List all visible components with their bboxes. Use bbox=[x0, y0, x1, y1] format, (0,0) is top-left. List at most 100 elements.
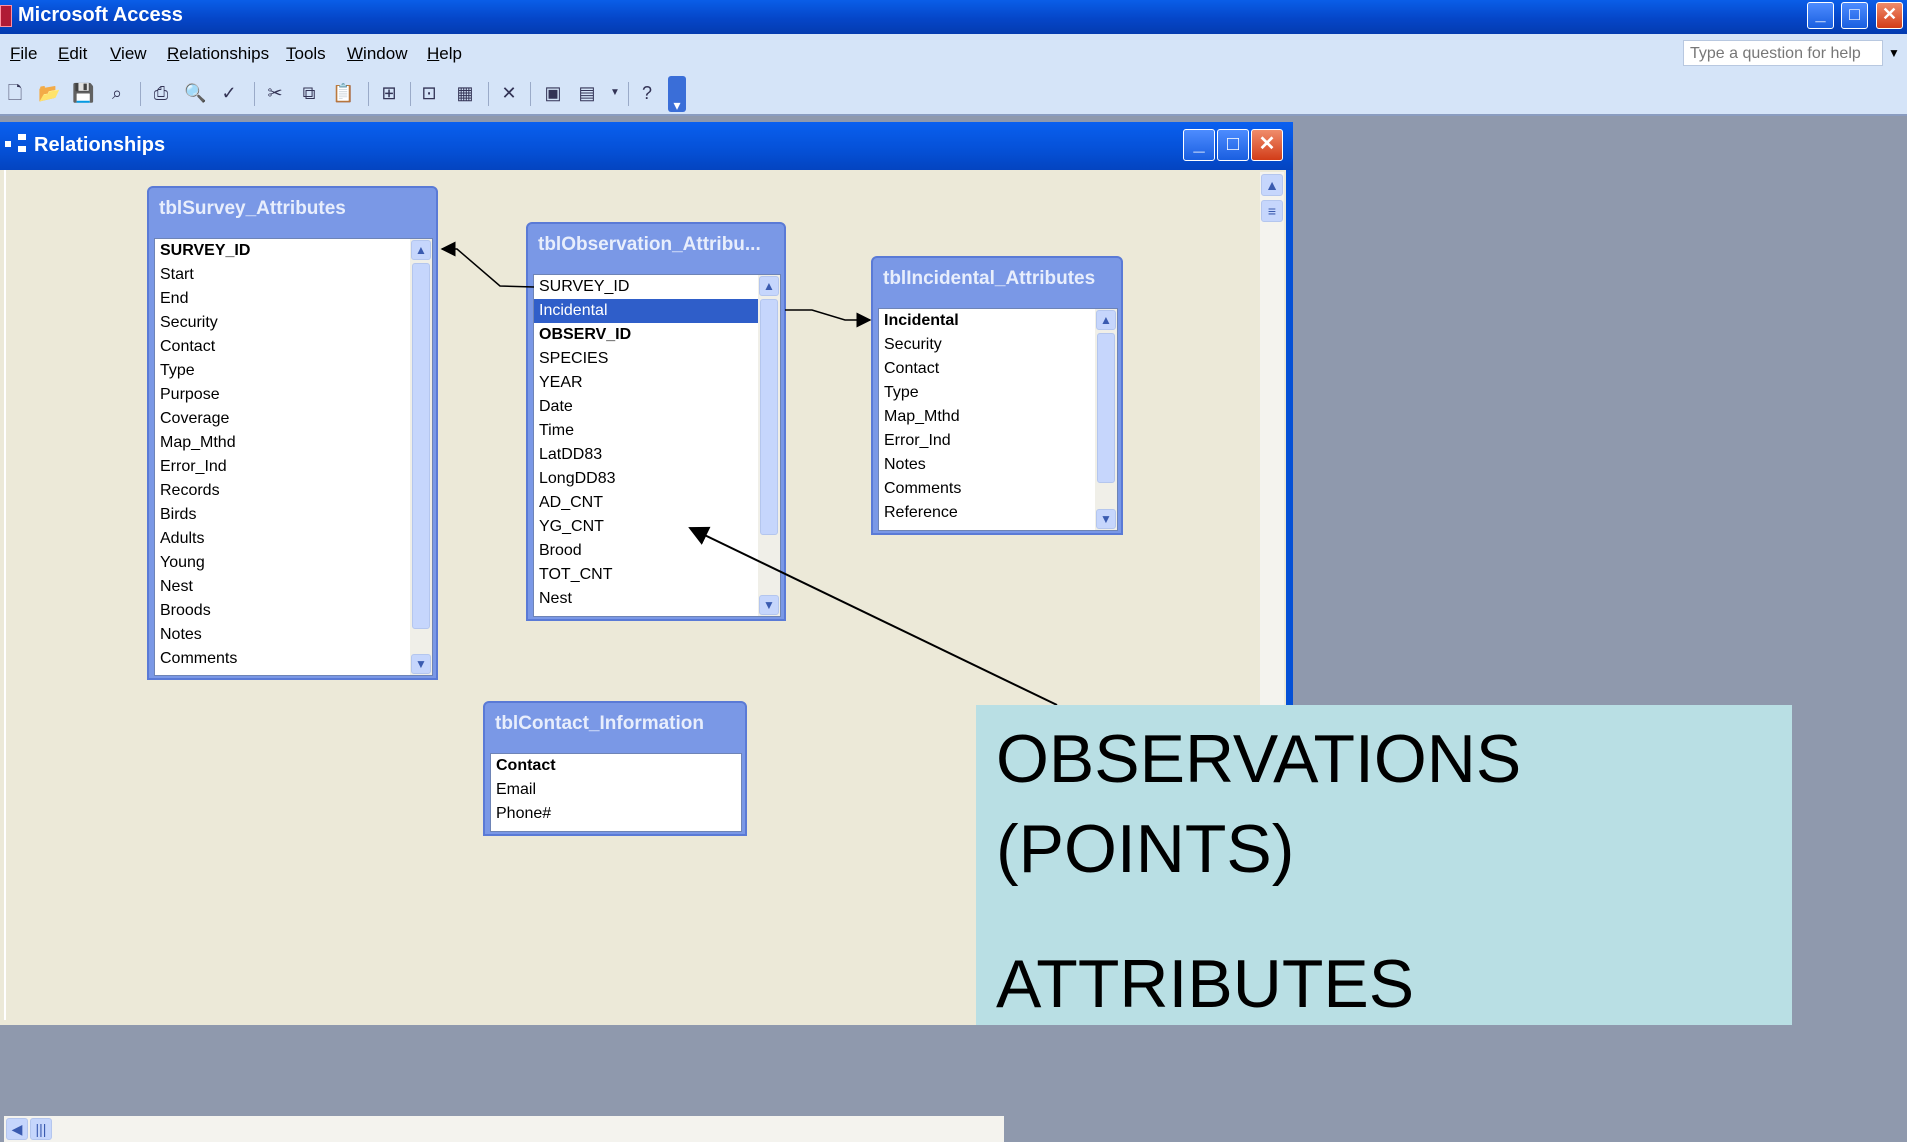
scroll-thumb[interactable]: ≡ bbox=[1261, 200, 1283, 222]
scroll-down-icon[interactable]: ▼ bbox=[759, 595, 779, 615]
field-item[interactable]: Comments bbox=[879, 477, 1117, 501]
field-list-scrollbar[interactable]: ▲ ▼ bbox=[410, 239, 432, 675]
field-item[interactable]: AD_CNT bbox=[534, 491, 780, 515]
scroll-up-icon[interactable]: ▲ bbox=[1261, 174, 1283, 196]
field-item[interactable]: TOT_CNT bbox=[534, 563, 780, 587]
scroll-up-icon[interactable]: ▲ bbox=[1096, 310, 1116, 330]
field-item[interactable]: Contact bbox=[155, 335, 432, 359]
field-item[interactable]: SURVEY_ID bbox=[534, 275, 780, 299]
show-all-relationships-icon[interactable]: ▦ bbox=[454, 82, 476, 104]
field-item[interactable]: Email bbox=[491, 778, 741, 802]
field-item[interactable]: Type bbox=[155, 359, 432, 383]
scroll-thumb[interactable] bbox=[1097, 333, 1115, 483]
field-item[interactable]: Security bbox=[879, 333, 1117, 357]
field-item[interactable]: OBSERV_ID bbox=[534, 323, 780, 347]
field-item[interactable]: Notes bbox=[155, 623, 432, 647]
toolbar-options-icon[interactable]: ▾ bbox=[668, 76, 686, 113]
field-list-observation-attributes[interactable]: tblObservation_Attribu... SURVEY_ID Incid… bbox=[526, 222, 786, 621]
scroll-left-icon[interactable]: ◀ bbox=[6, 1118, 28, 1140]
field-item[interactable]: Birds bbox=[155, 503, 432, 527]
scroll-down-icon[interactable]: ▼ bbox=[411, 654, 431, 674]
field-item[interactable]: LongDD83 bbox=[534, 467, 780, 491]
new-object-icon[interactable]: ▤ bbox=[576, 82, 598, 104]
show-table-icon[interactable]: ⊞ bbox=[378, 82, 400, 104]
field-item[interactable]: Coverage bbox=[155, 407, 432, 431]
close-app-button[interactable]: ✕ bbox=[1876, 2, 1903, 29]
field-item[interactable]: Map_Mthd bbox=[155, 431, 432, 455]
scroll-up-icon[interactable]: ▲ bbox=[759, 276, 779, 296]
field-item[interactable]: Error_Ind bbox=[155, 455, 432, 479]
menu-file[interactable]: File bbox=[10, 44, 37, 64]
scroll-thumb[interactable] bbox=[412, 263, 430, 629]
field-list-title[interactable]: tblContact_Information bbox=[495, 713, 704, 735]
field-item[interactable]: Type bbox=[879, 381, 1117, 405]
field-list-scrollbar[interactable]: ▲ ▼ bbox=[1095, 309, 1117, 530]
menu-tools[interactable]: Tools bbox=[286, 44, 326, 64]
close-window-button[interactable]: ✕ bbox=[1251, 129, 1283, 161]
field-item[interactable]: Purpose bbox=[155, 383, 432, 407]
field-item[interactable]: Start bbox=[155, 263, 432, 287]
field-item[interactable]: Incidental bbox=[879, 309, 1117, 333]
field-item[interactable]: Young bbox=[155, 551, 432, 575]
field-item[interactable]: Map_Mthd bbox=[879, 405, 1117, 429]
field-item[interactable]: Notes bbox=[879, 453, 1117, 477]
field-item[interactable]: YEAR bbox=[534, 371, 780, 395]
open-icon[interactable]: 📂 bbox=[38, 82, 60, 104]
help-question-input[interactable]: Type a question for help bbox=[1683, 40, 1883, 66]
new-object-dropdown-icon[interactable]: ▼ bbox=[604, 82, 626, 104]
field-item[interactable]: Broods bbox=[155, 599, 432, 623]
field-item[interactable]: Nest bbox=[534, 587, 780, 611]
field-item[interactable]: Nest bbox=[155, 575, 432, 599]
print-preview-icon[interactable]: 🔍 bbox=[184, 82, 206, 104]
field-item[interactable]: Date bbox=[534, 395, 780, 419]
field-item[interactable]: Adults bbox=[155, 527, 432, 551]
field-item[interactable]: SURVEY_ID bbox=[155, 239, 432, 263]
file-search-icon[interactable]: ⌕ bbox=[106, 82, 128, 104]
scroll-thumb[interactable]: ||| bbox=[30, 1118, 52, 1140]
menu-window[interactable]: Window bbox=[347, 44, 407, 64]
maximize-window-button[interactable]: □ bbox=[1217, 129, 1249, 161]
maximize-app-button[interactable]: □ bbox=[1841, 2, 1868, 29]
horizontal-scrollbar[interactable]: ◀ ||| bbox=[4, 1116, 1004, 1142]
scroll-up-icon[interactable]: ▲ bbox=[411, 240, 431, 260]
field-list-survey-attributes[interactable]: tblSurvey_Attributes SURVEY_ID Start End Se… bbox=[147, 186, 438, 680]
field-item[interactable]: Phone# bbox=[491, 802, 741, 826]
field-item[interactable]: YG_CNT bbox=[534, 515, 780, 539]
cut-icon[interactable]: ✂ bbox=[264, 82, 286, 104]
spelling-icon[interactable]: ✓ bbox=[218, 82, 240, 104]
delete-icon[interactable]: ✕ bbox=[498, 82, 520, 104]
field-list-title[interactable]: tblObservation_Attribu... bbox=[538, 234, 761, 256]
help-dropdown-icon[interactable]: ▼ bbox=[1883, 40, 1905, 66]
scroll-down-icon[interactable]: ▼ bbox=[1096, 509, 1116, 529]
print-icon[interactable]: ⎙ bbox=[150, 82, 172, 104]
menu-edit[interactable]: Edit bbox=[58, 44, 87, 64]
new-icon[interactable]: 🗋 bbox=[4, 82, 26, 104]
scroll-thumb[interactable] bbox=[760, 299, 778, 535]
field-list-incidental-attributes[interactable]: tblIncidental_Attributes Incidental Secur… bbox=[871, 256, 1123, 535]
field-item[interactable]: Comments bbox=[155, 647, 432, 671]
field-list-scrollbar[interactable]: ▲ ▼ bbox=[758, 275, 780, 616]
database-window-icon[interactable]: ▣ bbox=[542, 82, 564, 104]
copy-icon[interactable]: ⧉ bbox=[298, 82, 320, 104]
field-item[interactable]: Contact bbox=[491, 754, 741, 778]
field-item[interactable]: SPECIES bbox=[534, 347, 780, 371]
field-item[interactable]: Error_Ind bbox=[879, 429, 1117, 453]
field-item[interactable]: End bbox=[155, 287, 432, 311]
menu-relationships[interactable]: Relationships bbox=[167, 44, 269, 64]
field-item[interactable]: Records bbox=[155, 479, 432, 503]
field-item[interactable]: Security bbox=[155, 311, 432, 335]
paste-icon[interactable]: 📋 bbox=[332, 82, 354, 104]
menu-help[interactable]: Help bbox=[427, 44, 462, 64]
field-item[interactable]: LatDD83 bbox=[534, 443, 780, 467]
save-icon[interactable]: 💾 bbox=[72, 82, 94, 104]
field-item[interactable]: Reference bbox=[879, 501, 1117, 525]
field-list-contact-information[interactable]: tblContact_Information Contact Email Phone… bbox=[483, 701, 747, 836]
field-list-title[interactable]: tblIncidental_Attributes bbox=[883, 268, 1095, 290]
field-list-title[interactable]: tblSurvey_Attributes bbox=[159, 198, 346, 220]
field-item[interactable]: Incidental bbox=[534, 299, 776, 323]
help-icon[interactable]: ? bbox=[636, 82, 658, 104]
show-direct-relationships-icon[interactable]: ⊡ bbox=[418, 82, 440, 104]
minimize-app-button[interactable]: _ bbox=[1807, 2, 1834, 29]
minimize-window-button[interactable]: _ bbox=[1183, 129, 1215, 161]
field-item[interactable]: Time bbox=[534, 419, 780, 443]
